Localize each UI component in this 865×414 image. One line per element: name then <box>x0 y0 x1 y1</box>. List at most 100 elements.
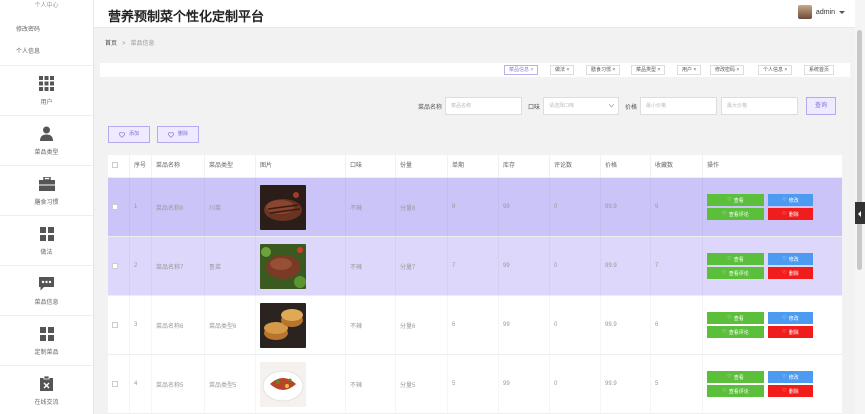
sidebar-item-online-chat[interactable]: 在线交流 <box>0 366 93 414</box>
table-row[interactable]: 3 菜品名称6 菜品类型6 不辣 分量6 6 99 0 99.9 6 ♡ 查看 ♡… <box>108 296 842 355</box>
dish-image[interactable] <box>260 302 306 348</box>
dish-image[interactable] <box>260 361 306 407</box>
username[interactable]: admin <box>816 9 835 16</box>
cell-period: 7 <box>448 237 499 295</box>
cell-comments: 0 <box>550 296 601 354</box>
heart-icon: ♡ <box>782 211 787 217</box>
row-checkbox[interactable] <box>112 204 118 210</box>
scrollbar-thumb[interactable] <box>857 30 862 270</box>
cell-price: 99.9 <box>601 355 651 413</box>
row-checkbox[interactable] <box>112 381 118 387</box>
view-comments-button[interactable]: ♡ 查看评论 <box>707 208 764 220</box>
cell-index: 3 <box>130 296 152 354</box>
sidebar-top-label[interactable]: 个人中心 <box>0 0 93 12</box>
col-name[interactable]: 菜品名称 <box>152 155 205 177</box>
col-type[interactable]: 菜品类型 <box>205 155 256 177</box>
cell-actions: ♡ 查看 ♡ 修改 ♡ 查看评论 ♡ 删除 <box>703 178 842 236</box>
view-button-label: 查看 <box>733 315 744 322</box>
tab-system-home[interactable]: 系统首页 <box>804 65 835 75</box>
user-menu[interactable]: admin <box>797 5 845 19</box>
view-button[interactable]: ♡ 查看 <box>707 371 764 383</box>
col-period[interactable]: 单期 <box>448 155 499 177</box>
tab-personal-info[interactable]: 个人信息 × <box>758 65 793 75</box>
add-button[interactable]: 添加 <box>108 126 151 143</box>
breadcrumb-current: 菜品信息 <box>130 41 155 47</box>
sidebar-item-dish-type[interactable]: 菜品类型 <box>0 116 93 166</box>
tab-dish-info[interactable]: 菜品信息 × <box>504 65 539 75</box>
view-comments-button[interactable]: ♡ 查看评论 <box>707 385 764 397</box>
dish-image[interactable] <box>260 184 306 230</box>
dish-name-input[interactable]: 菜品名称 <box>445 97 523 115</box>
cell-comments: 0 <box>550 237 601 295</box>
edit-button-label: 修改 <box>788 197 799 204</box>
col-portion[interactable]: 份量 <box>396 155 448 177</box>
view-comments-button[interactable]: ♡ 查看评论 <box>707 267 764 279</box>
avatar[interactable] <box>797 5 812 19</box>
col-taste[interactable]: 口味 <box>346 155 396 177</box>
view-button-label: 查看 <box>733 197 744 204</box>
row-checkbox[interactable] <box>112 322 118 328</box>
heart-icon: ♡ <box>782 374 787 380</box>
sidebar-item-label: 菜品信息 <box>34 299 59 306</box>
row-checkbox[interactable] <box>112 263 118 269</box>
col-stock[interactable]: 库存 <box>499 155 550 177</box>
tab-diet-habit[interactable]: 膳食习惯 × <box>586 65 621 75</box>
min-price-input[interactable]: 最小价格 <box>640 97 718 115</box>
view-comments-button-label: 查看评论 <box>728 388 749 395</box>
breadcrumb-home[interactable]: 首页 <box>105 41 117 47</box>
chevron-down-icon[interactable] <box>839 10 845 14</box>
col-index[interactable]: 序号 <box>130 155 152 177</box>
tab-change-password[interactable]: 修改密码 × <box>710 65 745 75</box>
dish-image[interactable] <box>260 243 306 289</box>
sidebar-item-users[interactable]: 用户 <box>0 66 93 116</box>
sidebar-item-dish-info[interactable]: 菜品信息 <box>0 266 93 316</box>
edit-button-label: 修改 <box>788 374 799 381</box>
cell-name: 菜品名称6 <box>152 296 205 354</box>
edit-button[interactable]: ♡ 修改 <box>768 371 813 383</box>
sidebar-link-change-password[interactable]: 修改密码 <box>0 24 93 36</box>
view-button[interactable]: ♡ 查看 <box>707 194 764 206</box>
select-all-cell <box>108 155 130 177</box>
row-delete-button[interactable]: ♡ 删除 <box>768 208 813 220</box>
tab-dish-type[interactable]: 菜品类型 × <box>631 65 666 75</box>
view-button[interactable]: ♡ 查看 <box>707 253 764 265</box>
max-price-input[interactable]: 最大价格 <box>721 97 799 115</box>
col-price[interactable]: 价格 <box>601 155 651 177</box>
breadcrumb: 首页 > 菜品信息 <box>105 38 155 47</box>
sidebar-item-method[interactable]: 做法 <box>0 216 93 266</box>
search-button[interactable]: 查询 <box>806 97 837 115</box>
view-comments-button-label: 查看评论 <box>728 329 749 336</box>
row-delete-button-label: 删除 <box>788 270 799 277</box>
view-comments-button-label: 查看评论 <box>728 211 749 218</box>
tab-users[interactable]: 用户 × <box>677 65 702 75</box>
row-delete-button[interactable]: ♡ 删除 <box>768 326 813 338</box>
table-row[interactable]: 1 菜品名称8 川菜 不辣 分量8 8 99 0 99.9 9 ♡ 查看 ♡ 修改 … <box>108 178 842 237</box>
row-delete-button-label: 删除 <box>788 329 799 336</box>
col-comments[interactable]: 评论数 <box>550 155 601 177</box>
cell-stock: 99 <box>499 237 550 295</box>
cell-portion: 分量8 <box>396 178 448 236</box>
chevron-left-icon[interactable] <box>855 202 865 224</box>
edit-button[interactable]: ♡ 修改 <box>768 253 813 265</box>
cell-image <box>256 296 346 354</box>
heart-icon: ♡ <box>782 197 787 203</box>
sidebar-link-personal-info[interactable]: 个人信息 <box>0 46 93 58</box>
select-all-checkbox[interactable] <box>112 162 118 169</box>
col-favorites[interactable]: 收藏数 <box>651 155 703 177</box>
tab-method[interactable]: 做法 × <box>550 65 575 75</box>
row-delete-button[interactable]: ♡ 删除 <box>768 385 813 397</box>
view-comments-button[interactable]: ♡ 查看评论 <box>707 326 764 338</box>
view-button[interactable]: ♡ 查看 <box>707 312 764 324</box>
table-row[interactable]: 4 菜品名称5 菜品类型5 不辣 分量5 5 99 0 99.9 5 ♡ 查看 ♡… <box>108 355 842 414</box>
table-row[interactable]: 2 菜品名称7 鲁菜 不辣 分量7 7 99 0 99.9 7 ♡ 查看 ♡ 修改 … <box>108 237 842 296</box>
cell-favorites: 5 <box>651 355 703 413</box>
row-delete-button[interactable]: ♡ 删除 <box>768 267 813 279</box>
sidebar-item-diet-habit[interactable]: 膳食习惯 <box>0 166 93 216</box>
heart-icon: ♡ <box>727 197 732 203</box>
edit-button[interactable]: ♡ 修改 <box>768 194 813 206</box>
edit-button[interactable]: ♡ 修改 <box>768 312 813 324</box>
sidebar-item-custom-dish[interactable]: 定制菜品 <box>0 316 93 366</box>
heart-icon <box>168 131 174 138</box>
delete-button[interactable]: 删除 <box>157 126 200 143</box>
taste-select[interactable]: 请选择口味 <box>543 97 620 115</box>
